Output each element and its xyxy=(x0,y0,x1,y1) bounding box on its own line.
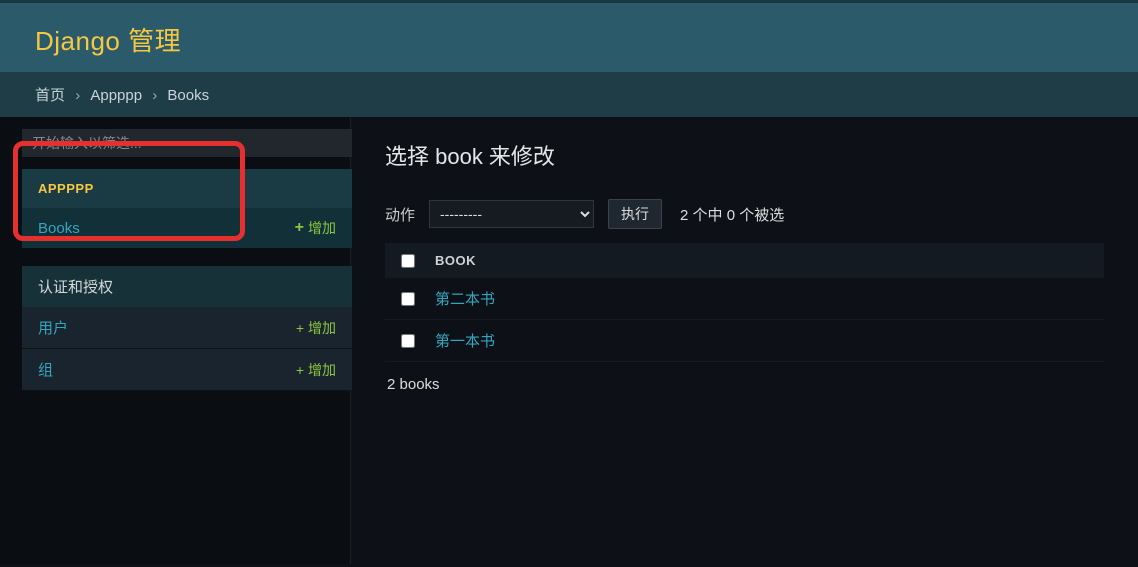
sidebar-auth-group: 认证和授权 用户 + 增加 组 + 增加 xyxy=(22,266,352,391)
breadcrumb-sep: › xyxy=(75,87,80,104)
main-content: 选择 book 来修改 动作 --------- 执行 2 个中 0 个被选 B… xyxy=(351,117,1138,564)
sidebar-add-books[interactable]: + 增加 xyxy=(295,218,336,238)
actions-bar: 动作 --------- 执行 2 个中 0 个被选 xyxy=(385,199,1104,229)
sidebar-item-users: 用户 + 增加 xyxy=(22,307,352,349)
plus-icon: + xyxy=(295,219,304,237)
row-link[interactable]: 第一本书 xyxy=(435,330,495,351)
plus-icon: + xyxy=(296,362,304,378)
sidebar-item-groups: 组 + 增加 xyxy=(22,349,352,391)
row-checkbox[interactable] xyxy=(401,292,415,306)
add-label: 增加 xyxy=(308,318,336,338)
selection-count: 2 个中 0 个被选 xyxy=(680,204,784,225)
breadcrumb-sep: › xyxy=(152,87,157,104)
actions-select[interactable]: --------- xyxy=(429,200,594,228)
table-row: 第一本书 xyxy=(385,320,1104,362)
breadcrumb-current: Books xyxy=(167,87,209,104)
actions-go-button[interactable]: 执行 xyxy=(608,199,662,229)
plus-icon: + xyxy=(296,320,304,336)
sidebar-auth-caption[interactable]: 认证和授权 xyxy=(22,266,352,307)
breadcrumb-home[interactable]: 首页 xyxy=(35,87,65,104)
header: Django 管理 xyxy=(0,0,1138,72)
row-checkbox[interactable] xyxy=(401,334,415,348)
sidebar-app-group: APPPPP Books + 增加 xyxy=(22,169,352,248)
add-label: 增加 xyxy=(308,218,336,238)
results-table: BOOK 第二本书 第一本书 xyxy=(385,243,1104,362)
add-label: 增加 xyxy=(308,360,336,380)
sidebar-filter-input[interactable] xyxy=(22,129,352,157)
sidebar-link-books[interactable]: Books xyxy=(38,220,80,237)
actions-label: 动作 xyxy=(385,204,415,225)
sidebar-item-books: Books + 增加 xyxy=(22,208,352,248)
select-all-checkbox[interactable] xyxy=(401,254,415,268)
paginator: 2 books xyxy=(385,362,1104,407)
sidebar-add-users[interactable]: + 增加 xyxy=(296,318,336,338)
breadcrumb-app[interactable]: Appppp xyxy=(90,87,142,104)
column-header-book[interactable]: BOOK xyxy=(435,253,476,268)
sidebar-app-caption[interactable]: APPPPP xyxy=(22,169,352,208)
results-header: BOOK xyxy=(385,243,1104,278)
table-row: 第二本书 xyxy=(385,278,1104,320)
sidebar-link-users[interactable]: 用户 xyxy=(38,317,68,338)
row-link[interactable]: 第二本书 xyxy=(435,288,495,309)
site-title: Django 管理 xyxy=(35,21,1103,58)
breadcrumbs: 首页 › Appppp › Books xyxy=(0,72,1138,117)
page-title: 选择 book 来修改 xyxy=(385,139,1104,171)
sidebar-add-groups[interactable]: + 增加 xyxy=(296,360,336,380)
sidebar-link-groups[interactable]: 组 xyxy=(38,359,53,380)
sidebar: APPPPP Books + 增加 认证和授权 用户 + 增加 组 xyxy=(0,117,351,564)
